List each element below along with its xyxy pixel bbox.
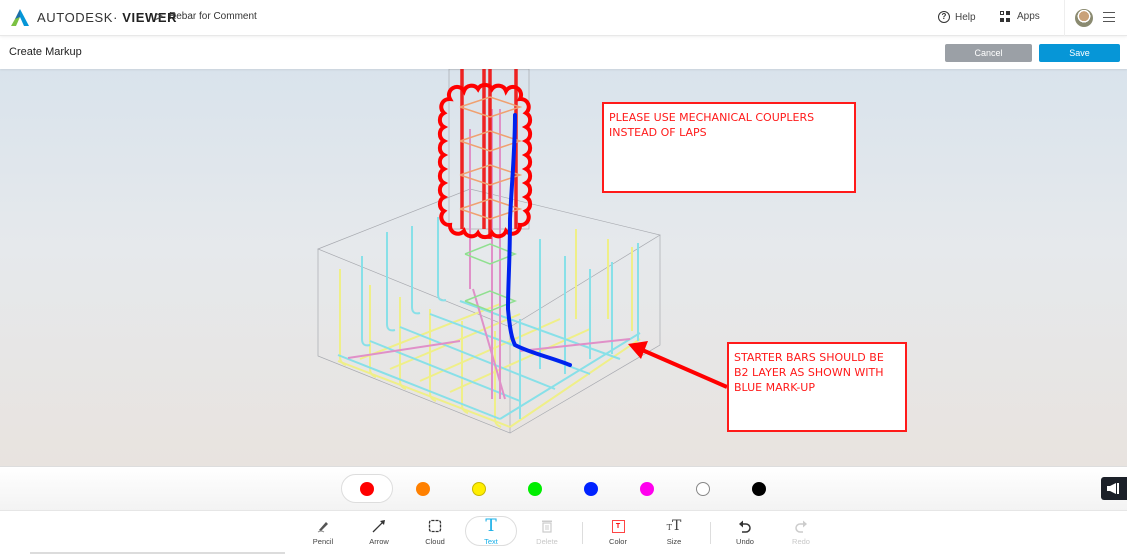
autodesk-logo-icon[interactable] (11, 9, 29, 26)
swatch-dot (640, 481, 654, 496)
help-icon: ? (938, 11, 950, 23)
user-avatar[interactable] (1075, 9, 1093, 27)
save-button[interactable]: Save (1039, 44, 1120, 62)
color-swatch-blue[interactable] (565, 474, 617, 503)
toolbar-divider (582, 522, 583, 544)
rebar-yellow (337, 229, 641, 428)
color-swatch-black[interactable] (733, 474, 785, 503)
swatch-dot (752, 481, 766, 496)
arrow-icon (372, 520, 385, 533)
model-viewport[interactable]: PLEASE USE MECHANICAL COUPLERS INSTEAD O… (0, 69, 1127, 466)
tool-label: Size (666, 537, 682, 546)
tool-undo[interactable]: Undo (719, 517, 771, 549)
text-markup-couplers[interactable]: PLEASE USE MECHANICAL COUPLERS INSTEAD O… (602, 102, 856, 193)
swatch-dot (528, 481, 542, 496)
tool-label: Cloud (425, 537, 445, 546)
top-bar: AUTODESK· VIEWER > Rebar for Comment ? H… (0, 0, 1127, 36)
tool-label: Delete (536, 537, 558, 546)
feedback-button[interactable] (1101, 477, 1127, 500)
markup-toolbar: Pencil Arrow Cloud T Text Delete T Color… (0, 510, 1127, 554)
color-swatch-orange[interactable] (397, 474, 449, 503)
tool-size[interactable]: TT Size (648, 517, 700, 549)
color-palette (0, 466, 1127, 510)
rebar-cyan (337, 217, 641, 420)
color-swatch-yellow[interactable] (453, 474, 505, 503)
tool-label: Undo (736, 537, 754, 546)
swatch-dot (416, 481, 430, 496)
tool-label: Text (484, 537, 498, 546)
apps-button[interactable]: Apps (1000, 11, 1040, 22)
color-swatch-red[interactable] (341, 474, 393, 503)
markup-header: Create Markup Cancel Save (0, 37, 1127, 69)
cancel-button[interactable]: Cancel (945, 44, 1032, 62)
rebar-model-drawing (317, 69, 728, 434)
tool-delete[interactable]: Delete (521, 517, 573, 549)
tool-pencil[interactable]: Pencil (297, 517, 349, 549)
brand-autodesk: AUTODESK (37, 10, 114, 25)
swatch-dot (472, 481, 486, 496)
header-divider (1064, 0, 1065, 36)
tool-text[interactable]: T Text (465, 516, 517, 546)
undo-icon (739, 520, 751, 533)
page-title: Create Markup (9, 46, 82, 58)
tool-cloud[interactable]: Cloud (409, 517, 461, 549)
color-swatch-white[interactable] (677, 474, 729, 503)
toolbar-divider (710, 522, 711, 544)
apps-grid-icon (1000, 11, 1011, 22)
redo-icon (795, 520, 807, 533)
hamburger-menu-icon[interactable] (1103, 12, 1115, 22)
size-icon: TT (666, 517, 682, 534)
apps-label: Apps (1017, 11, 1040, 22)
breadcrumb-separator: > (155, 8, 164, 24)
text-markup-starter-bars[interactable]: STARTER BARS SHOULD BE B2 LAYER AS SHOWN… (727, 342, 907, 432)
tool-color[interactable]: T Color (592, 517, 644, 549)
help-button[interactable]: ? Help (938, 11, 976, 23)
tool-label: Pencil (312, 537, 334, 546)
megaphone-icon (1107, 483, 1119, 494)
color-swatch-green[interactable] (509, 474, 561, 503)
tool-redo[interactable]: Redo (775, 517, 827, 549)
tool-label: Arrow (369, 537, 389, 546)
color-swatch-magenta[interactable] (621, 474, 673, 503)
swatch-dot (360, 481, 374, 496)
trash-icon (542, 520, 552, 533)
swatch-dot (584, 481, 598, 496)
document-title: Rebar for Comment (169, 11, 257, 22)
arrow-markup[interactable] (628, 341, 728, 389)
help-label: Help (955, 11, 976, 23)
pencil-icon (317, 522, 328, 533)
color-icon: T (611, 519, 625, 533)
swatch-dot (696, 481, 710, 496)
tool-arrow[interactable]: Arrow (353, 517, 405, 549)
text-icon: T (485, 516, 497, 536)
tool-label: Color (609, 537, 627, 546)
tool-label: Redo (792, 537, 810, 546)
cloud-icon (428, 519, 442, 533)
